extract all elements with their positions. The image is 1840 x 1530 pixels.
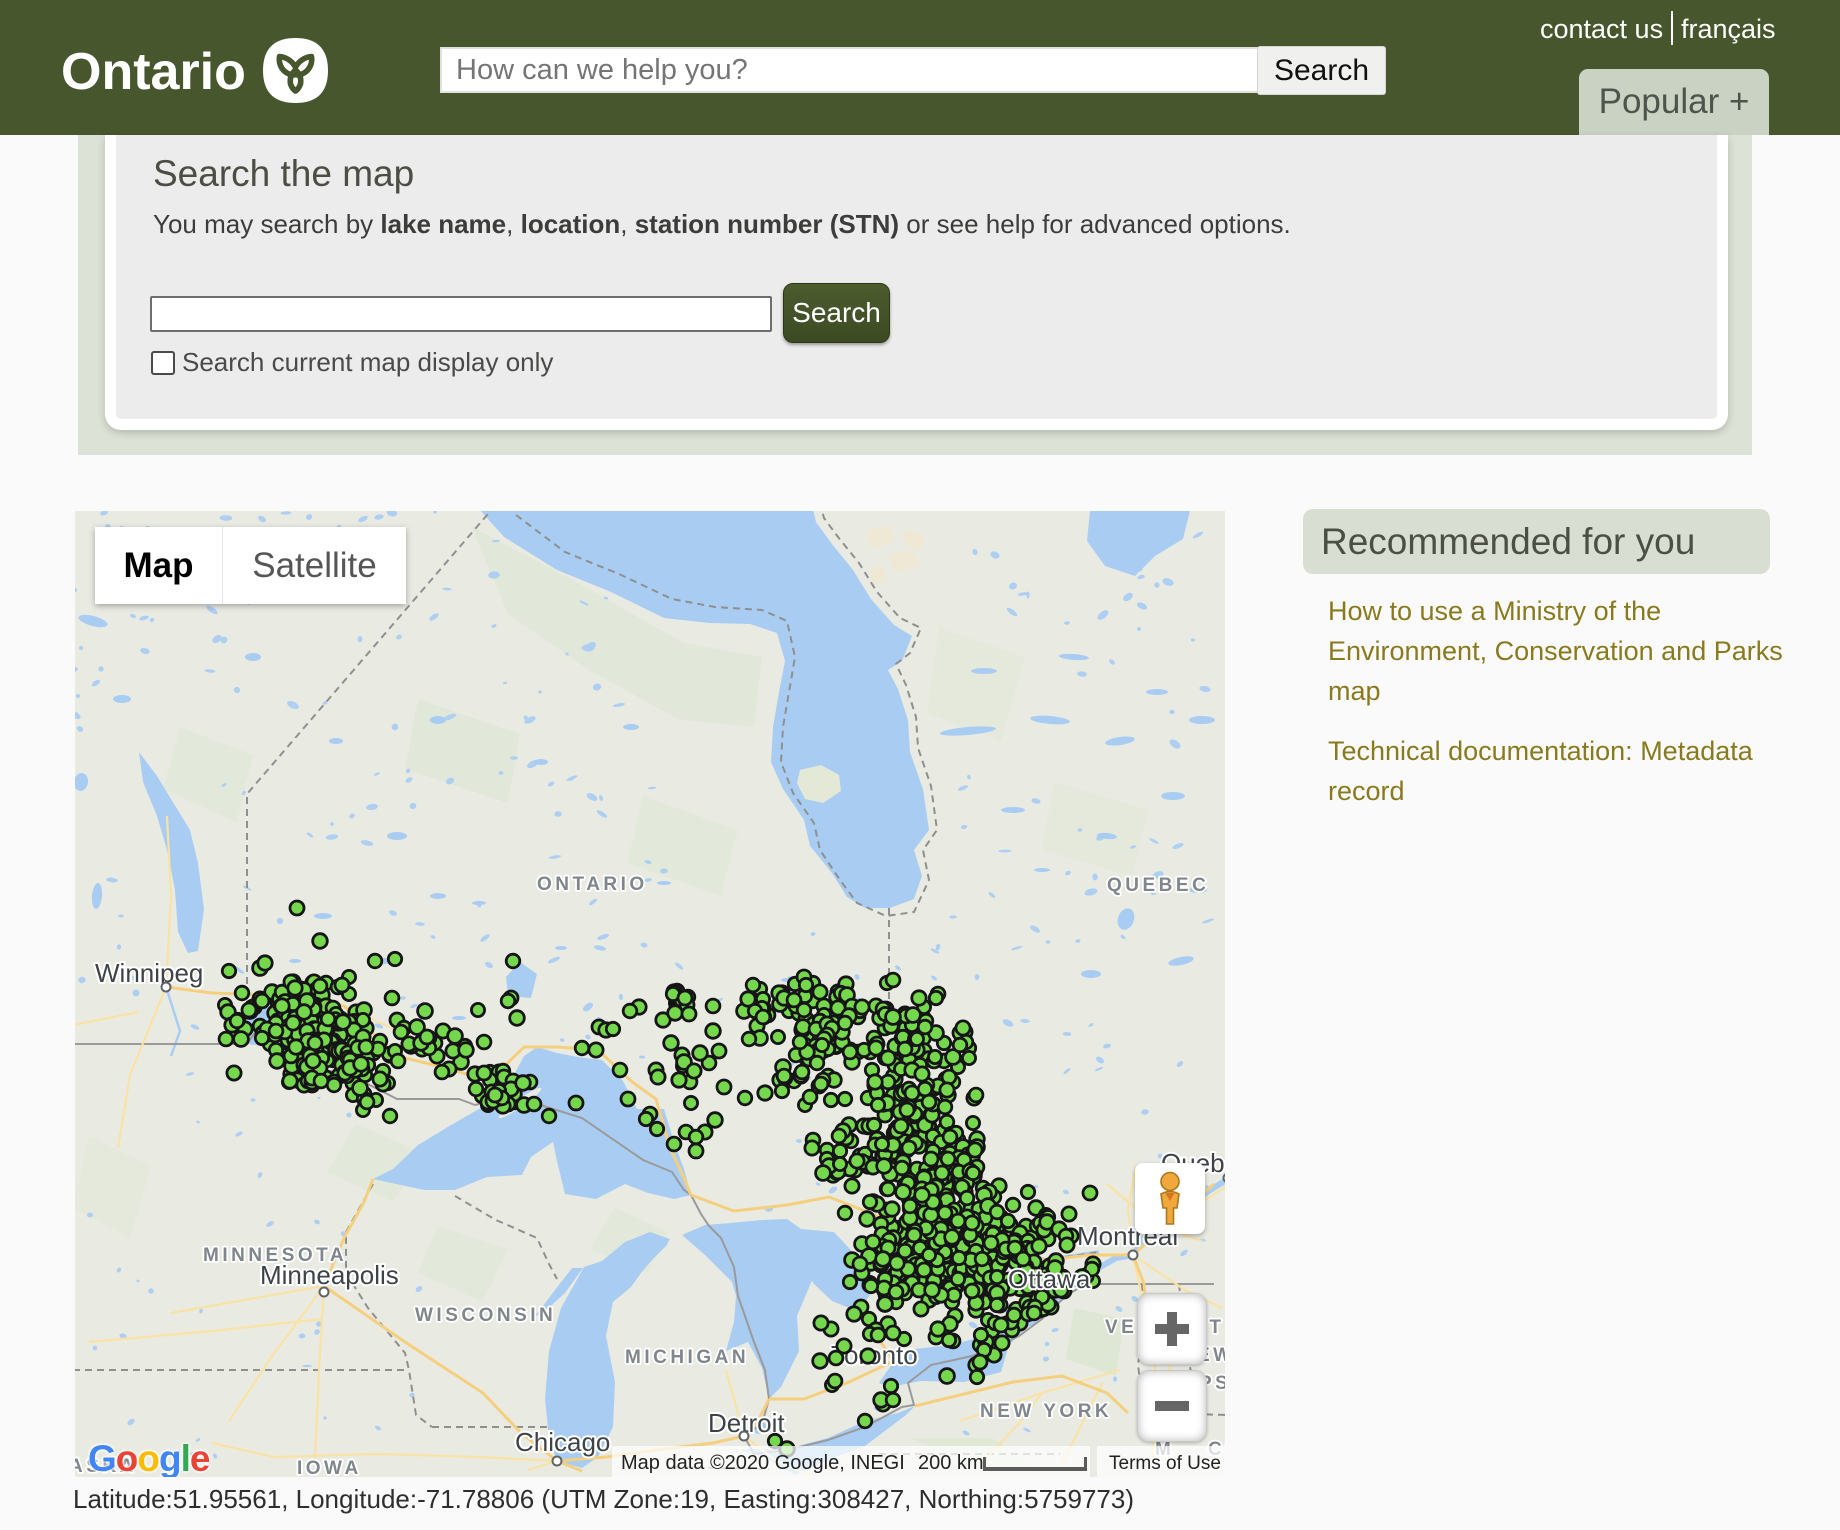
svg-text:Ottawa: Ottawa — [1008, 1264, 1091, 1294]
svg-text:MICHIGAN: MICHIGAN — [625, 1347, 749, 1368]
svg-text:Chicago: Chicago — [515, 1427, 610, 1457]
svg-text:IOWA: IOWA — [297, 1458, 362, 1477]
svg-text:QUEBEC: QUEBEC — [1107, 875, 1209, 896]
svg-text:Minneapolis: Minneapolis — [260, 1260, 399, 1290]
svg-text:WISCONSIN: WISCONSIN — [415, 1305, 556, 1326]
svg-text:ONTARIO: ONTARIO — [537, 874, 648, 895]
svg-text:Winnipeg: Winnipeg — [95, 958, 203, 988]
svg-text:NEW YORK: NEW YORK — [980, 1401, 1112, 1422]
